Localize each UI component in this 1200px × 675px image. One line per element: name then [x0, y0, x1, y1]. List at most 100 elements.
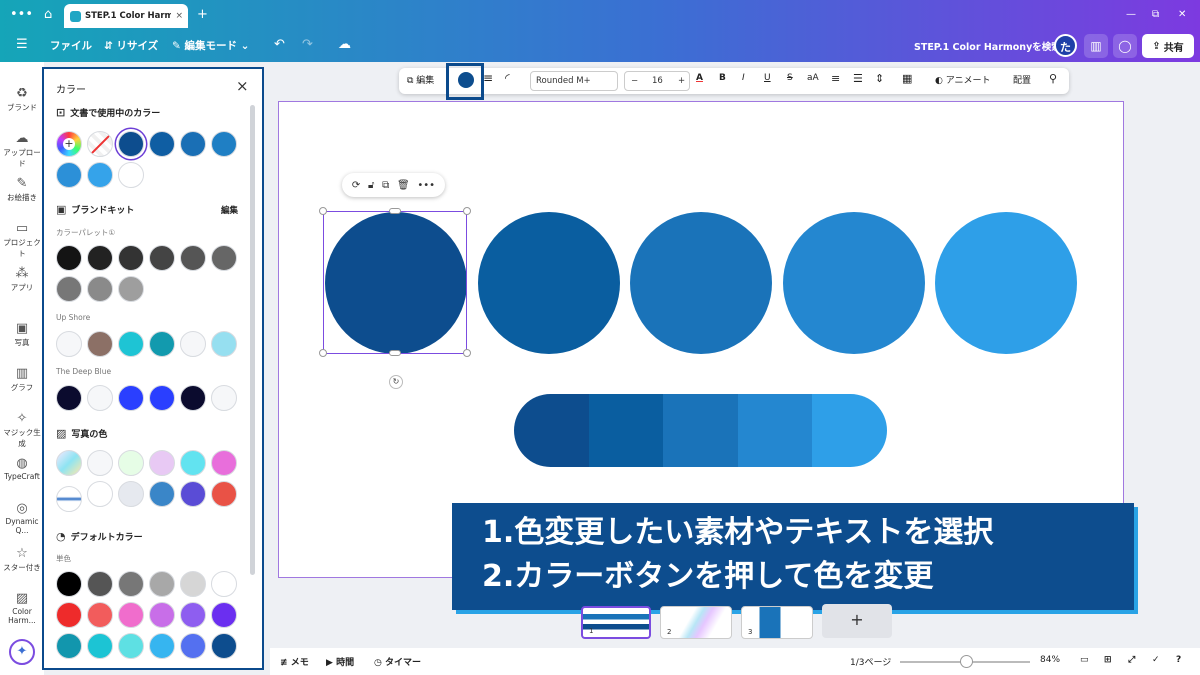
position-button[interactable]: 配置	[1013, 73, 1031, 86]
palette1-color-swatch[interactable]	[87, 276, 113, 302]
add-page-button[interactable]: +	[822, 604, 892, 638]
minimize-icon[interactable]: —	[1126, 6, 1136, 24]
photo-thumbnail-2[interactable]	[56, 486, 82, 512]
default-color-swatch[interactable]	[87, 602, 113, 628]
photo-color-swatch[interactable]	[87, 450, 113, 476]
palette2-color-swatch[interactable]	[56, 331, 82, 357]
doc-color-swatch[interactable]	[118, 162, 144, 188]
font-family-select[interactable]: Rounded M+	[530, 71, 618, 91]
rail-item-color-harmony[interactable]: ▨ Color Harm...	[0, 591, 44, 625]
photo-color-swatch[interactable]	[211, 450, 237, 476]
default-color-swatch[interactable]	[149, 602, 175, 628]
selection-box[interactable]	[323, 211, 467, 354]
zoom-slider-knob[interactable]	[960, 655, 973, 668]
palette2-color-swatch[interactable]	[211, 331, 237, 357]
italic-button[interactable]: I	[742, 73, 745, 83]
page-indicator[interactable]: 1/3ページ	[850, 655, 891, 668]
rail-item-magic[interactable]: ✧ マジック生成	[0, 411, 44, 449]
help-icon[interactable]: ?	[1176, 655, 1181, 665]
palette2-color-swatch[interactable]	[149, 331, 175, 357]
palette1-color-swatch[interactable]	[56, 245, 82, 271]
palette1-color-swatch[interactable]	[180, 245, 206, 271]
palette3-color-swatch[interactable]	[118, 385, 144, 411]
photo-color-swatch[interactable]	[149, 481, 175, 507]
default-color-swatch[interactable]	[118, 602, 144, 628]
home-icon[interactable]: ⌂	[44, 6, 52, 24]
rail-item-dynamic[interactable]: ◎ Dynamic Q...	[0, 501, 44, 535]
font-size-stepper[interactable]: − 16 +	[624, 71, 690, 91]
pages-icon[interactable]: ⊞	[1104, 655, 1112, 665]
color-circle[interactable]	[782, 212, 925, 354]
palette1-color-swatch[interactable]	[149, 245, 175, 271]
doc-color-swatch[interactable]	[118, 131, 144, 157]
no-color-swatch[interactable]	[87, 131, 113, 157]
rail-item-starred[interactable]: ☆ スター付き	[0, 546, 44, 573]
rail-item-project[interactable]: ▭ プロジェクト	[0, 221, 44, 259]
comment-icon[interactable]: ◯	[1113, 34, 1137, 58]
more-dots-icon[interactable]: •••	[10, 6, 33, 24]
more-icon[interactable]: •••	[417, 180, 435, 191]
undo-icon[interactable]: ↶	[274, 37, 285, 52]
palette3-color-swatch[interactable]	[149, 385, 175, 411]
palette2-color-swatch[interactable]	[118, 331, 144, 357]
rail-item-graph[interactable]: ▥ グラフ	[0, 366, 44, 393]
document-title[interactable]: STEP.1 Color Harmonyを検索	[914, 39, 1061, 53]
size-plus-button[interactable]: +	[678, 72, 685, 90]
resize-menu[interactable]: ⇵ リサイズ	[104, 38, 158, 53]
palette2-color-swatch[interactable]	[87, 331, 113, 357]
trash-icon[interactable]: 🗑︎	[397, 180, 410, 191]
color-gradient-strip[interactable]	[514, 394, 887, 467]
default-color-swatch[interactable]	[180, 571, 206, 597]
memo-button[interactable]: ≢ メモ	[280, 655, 309, 668]
file-menu[interactable]: ファイル	[50, 38, 92, 53]
default-color-swatch[interactable]	[211, 602, 237, 628]
default-color-swatch[interactable]	[87, 571, 113, 597]
check-icon[interactable]: ✓	[1152, 655, 1160, 665]
doc-color-swatch[interactable]	[211, 131, 237, 157]
photo-color-swatch[interactable]	[87, 481, 113, 507]
panel-scrollbar[interactable]	[250, 105, 255, 575]
refresh-icon[interactable]: ⟳	[352, 180, 360, 191]
default-color-swatch[interactable]	[149, 633, 175, 659]
rail-item-apps[interactable]: ⁂ アプリ	[0, 266, 44, 293]
page-thumbnail-2[interactable]: 2	[660, 606, 732, 639]
zoom-level[interactable]: 84%	[1040, 655, 1060, 665]
rail-item-brand[interactable]: ♻ ブランド	[0, 86, 44, 113]
text-color-button[interactable]: A	[696, 73, 703, 83]
photo-thumbnail-1[interactable]	[56, 450, 82, 476]
spacing-icon[interactable]: ⇕	[875, 72, 884, 85]
default-color-swatch[interactable]	[118, 633, 144, 659]
grid-view-icon[interactable]: ▭	[1080, 655, 1089, 665]
color-button[interactable]	[458, 72, 474, 88]
default-color-swatch[interactable]	[87, 633, 113, 659]
photo-color-swatch[interactable]	[211, 481, 237, 507]
magic-assistant-button[interactable]: ✦	[9, 639, 35, 665]
duplicate-icon[interactable]: ⧉	[382, 180, 389, 191]
document-tab[interactable]: STEP.1 Color Harm... ×	[64, 4, 188, 28]
menu-icon[interactable]: ☰	[16, 37, 28, 52]
photo-color-swatch[interactable]	[180, 450, 206, 476]
strikethrough-button[interactable]: S	[787, 73, 793, 83]
animate-button[interactable]: ◐ アニメート	[935, 73, 991, 86]
doc-color-swatch[interactable]	[56, 162, 82, 188]
share-button[interactable]: ⇪ 共有	[1142, 34, 1194, 58]
edit-tool[interactable]: ⧉ 編集	[407, 73, 434, 86]
default-color-swatch[interactable]	[180, 602, 206, 628]
palette1-color-swatch[interactable]	[118, 276, 144, 302]
rail-item-photo[interactable]: ▣ 写真	[0, 321, 44, 348]
line-style-icon[interactable]: ≡	[483, 71, 493, 85]
default-color-swatch[interactable]	[211, 571, 237, 597]
color-circle[interactable]	[630, 212, 772, 354]
close-window-icon[interactable]: ✕	[1178, 6, 1186, 24]
add-color-swatch[interactable]	[56, 131, 82, 157]
palette3-color-swatch[interactable]	[211, 385, 237, 411]
rail-item-typecraft[interactable]: ◍ TypeCraft	[0, 456, 44, 481]
size-minus-button[interactable]: −	[631, 72, 638, 90]
close-icon[interactable]: ×	[236, 77, 249, 95]
default-color-swatch[interactable]	[56, 571, 82, 597]
doc-color-swatch[interactable]	[87, 162, 113, 188]
resize-handle-bl[interactable]	[319, 349, 327, 357]
palette3-color-swatch[interactable]	[180, 385, 206, 411]
bold-button[interactable]: B	[719, 73, 726, 83]
default-color-swatch[interactable]	[56, 633, 82, 659]
